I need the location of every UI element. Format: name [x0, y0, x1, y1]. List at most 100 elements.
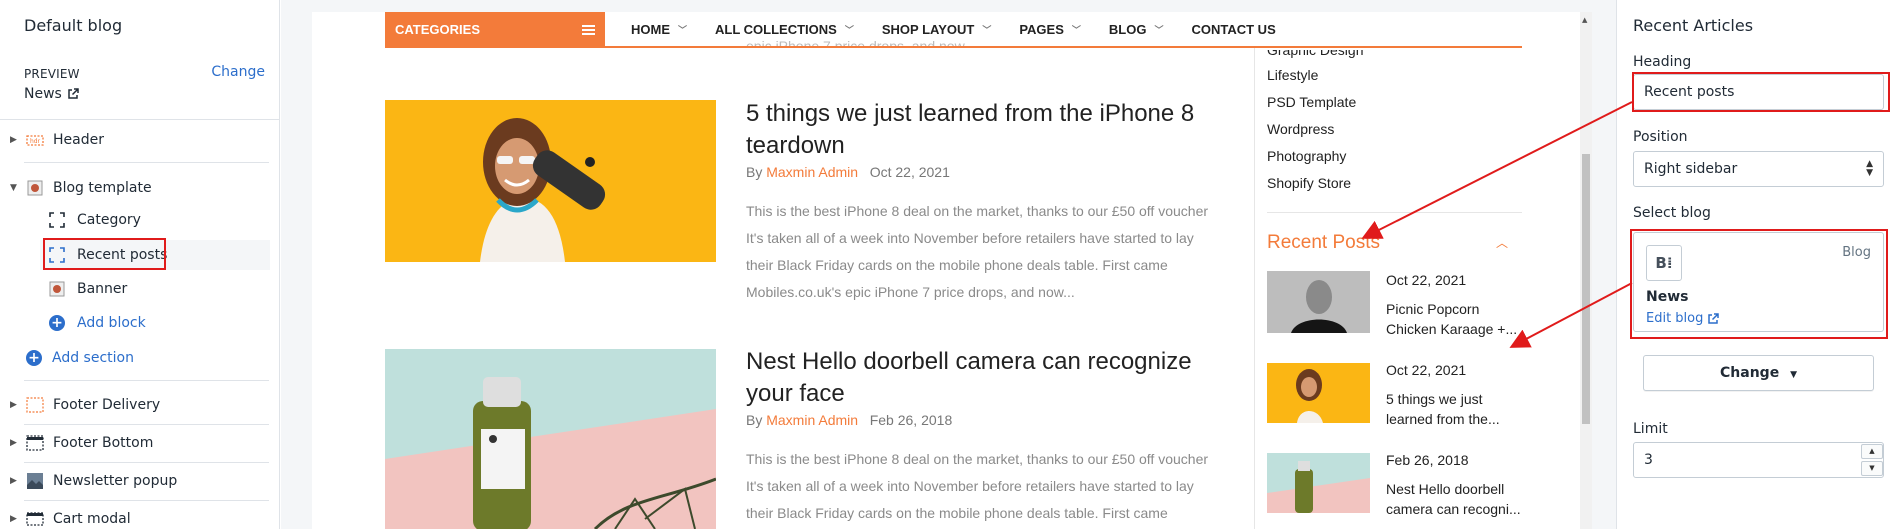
- caret-down-icon: ▼: [1790, 370, 1797, 380]
- category-link[interactable]: Shopify Store: [1267, 175, 1351, 191]
- caret-right-icon[interactable]: ▶: [10, 400, 20, 410]
- recent-post-thumb[interactable]: [1267, 271, 1370, 333]
- caret-down-icon[interactable]: ▼: [10, 183, 20, 193]
- scroll-up-icon[interactable]: ▲: [1582, 16, 1587, 24]
- caret-right-icon[interactable]: ▶: [10, 476, 20, 486]
- category-link[interactable]: PSD Template: [1267, 94, 1356, 110]
- section-header[interactable]: ▶ hdr Header: [0, 126, 279, 154]
- article-excerpt: This is the best iPhone 8 deal on the ma…: [746, 451, 1209, 521]
- recent-post-thumb[interactable]: [1267, 363, 1370, 423]
- nav-blog-label: BLOG: [1108, 22, 1147, 37]
- scrollbar-thumb[interactable]: [1582, 154, 1590, 424]
- by-label: By: [746, 164, 763, 180]
- preview-change-link[interactable]: Change: [211, 64, 265, 80]
- caret-right-icon[interactable]: ▶: [10, 438, 20, 448]
- header-section-icon: hdr: [26, 131, 44, 149]
- nav-pages-label: PAGES: [1019, 22, 1064, 37]
- footer-delivery-icon: [26, 396, 44, 414]
- footer-bottom-icon: [26, 434, 44, 452]
- plus-circle-icon: +: [26, 350, 52, 366]
- man-portrait-image: [1267, 271, 1370, 333]
- divider: [24, 500, 269, 501]
- change-blog-button[interactable]: Change ▼: [1643, 355, 1874, 391]
- chevron-down-icon: ﹀: [1071, 25, 1081, 35]
- chevron-down-icon: ﹀: [678, 25, 688, 35]
- storefront-preview: CATEGORIES HOME ﹀ ALL COLLECTIONS ﹀ SHOP L…: [312, 12, 1580, 529]
- caret-right-icon[interactable]: ▶: [10, 135, 20, 145]
- banner-icon: [49, 281, 65, 297]
- heading-label: Heading: [1633, 54, 1692, 70]
- recent-post-thumb[interactable]: [1267, 453, 1370, 513]
- section-newsletter-popup[interactable]: ▶ Newsletter popup: [0, 467, 279, 495]
- nav-blog[interactable]: BLOG ﹀: [1109, 12, 1164, 48]
- add-block-button[interactable]: + Add block: [40, 309, 146, 337]
- limit-input[interactable]: 3: [1633, 442, 1884, 478]
- newsletter-popup-icon: [26, 472, 44, 490]
- select-blog-label: Select blog: [1633, 205, 1711, 221]
- preview-scrollbar[interactable]: ▲: [1580, 12, 1592, 529]
- block-category[interactable]: Category: [40, 206, 141, 234]
- categories-label: CATEGORIES: [395, 22, 480, 37]
- svg-text:hdr: hdr: [30, 138, 41, 145]
- sidebar-header: Default blog PREVIEW Change News: [0, 0, 279, 120]
- section-cart-modal[interactable]: ▶ Cart modal: [0, 505, 279, 529]
- decrement-icon[interactable]: ▼: [1861, 461, 1883, 476]
- article-author[interactable]: Maxmin Admin: [766, 164, 858, 180]
- section-cart-modal-label: Cart modal: [53, 511, 131, 527]
- article-title[interactable]: Nest Hello doorbell camera can recognize…: [746, 346, 1226, 410]
- recent-post-date: Oct 22, 2021: [1386, 272, 1467, 288]
- limit-stepper[interactable]: ▲ ▼: [1861, 444, 1883, 476]
- divider: [24, 424, 269, 425]
- annotation-box: [1630, 229, 1888, 339]
- section-blog-template[interactable]: ▼ Blog template: [0, 174, 279, 202]
- nav-contact-us-label: CONTACT US: [1191, 22, 1276, 37]
- block-category-label: Category: [77, 212, 141, 228]
- block-banner-label: Banner: [77, 281, 128, 297]
- categories-menu[interactable]: CATEGORIES: [385, 12, 605, 48]
- nav-home[interactable]: HOME ﹀: [631, 12, 687, 48]
- recent-post-title[interactable]: 5 things we just learned from the...: [1386, 389, 1526, 429]
- nav-contact-us[interactable]: CONTACT US: [1191, 12, 1275, 48]
- divider: [1267, 212, 1522, 213]
- category-link[interactable]: Wordpress: [1267, 121, 1334, 137]
- preview-value[interactable]: News: [24, 86, 79, 102]
- theme-editor-sidebar: Default blog PREVIEW Change News ▶ hdr H…: [0, 0, 280, 529]
- section-footer-bottom-label: Footer Bottom: [53, 435, 154, 451]
- limit-label: Limit: [1633, 421, 1668, 437]
- increment-icon[interactable]: ▲: [1861, 444, 1883, 459]
- article-meta: By Maxmin Admin Oct 22, 2021: [746, 164, 950, 180]
- add-block-label: Add block: [77, 315, 146, 331]
- block-banner[interactable]: Banner: [40, 275, 127, 303]
- hamburger-icon[interactable]: [582, 25, 595, 35]
- chevron-down-icon: ﹀: [982, 25, 992, 35]
- preview-value-text: News: [24, 86, 62, 102]
- section-newsletter-popup-label: Newsletter popup: [53, 473, 178, 489]
- section-footer-delivery[interactable]: ▶ Footer Delivery: [0, 391, 279, 419]
- recent-post-title[interactable]: Picnic Popcorn Chicken Karaage +...: [1386, 299, 1526, 339]
- change-blog-label: Change: [1720, 365, 1780, 381]
- nav-pages[interactable]: PAGES ﹀: [1019, 12, 1081, 48]
- chevron-up-icon[interactable]: ︿: [1496, 234, 1508, 251]
- nav-home-label: HOME: [631, 22, 670, 37]
- article-title[interactable]: 5 things we just learned from the iPhone…: [746, 98, 1226, 162]
- page-title: Default blog: [24, 16, 123, 35]
- add-section-button[interactable]: + Add section: [0, 344, 279, 372]
- divider: [24, 462, 269, 463]
- section-footer-bottom[interactable]: ▶ Footer Bottom: [0, 429, 279, 457]
- recent-post-title[interactable]: Nest Hello doorbell camera can recogni..…: [1386, 479, 1526, 519]
- recent-post-date: Feb 26, 2018: [1386, 452, 1469, 468]
- position-select[interactable]: Right sidebar ▲ ▼: [1633, 151, 1884, 187]
- category-link[interactable]: Photography: [1267, 148, 1346, 164]
- article-meta: By Maxmin Admin Feb 26, 2018: [746, 412, 952, 428]
- article-image[interactable]: [385, 349, 716, 529]
- article-image[interactable]: [385, 100, 716, 262]
- woman-skateboard-image: [385, 100, 716, 262]
- plus-circle-icon: +: [49, 315, 65, 331]
- article-excerpt: This is the best iPhone 8 deal on the ma…: [746, 203, 1209, 300]
- blog-template-icon: [26, 179, 44, 197]
- article-author[interactable]: Maxmin Admin: [766, 412, 858, 428]
- position-select-value: Right sidebar: [1644, 161, 1738, 177]
- caret-right-icon[interactable]: ▶: [10, 514, 20, 524]
- divider: [24, 380, 269, 381]
- category-link[interactable]: Lifestyle: [1267, 67, 1318, 83]
